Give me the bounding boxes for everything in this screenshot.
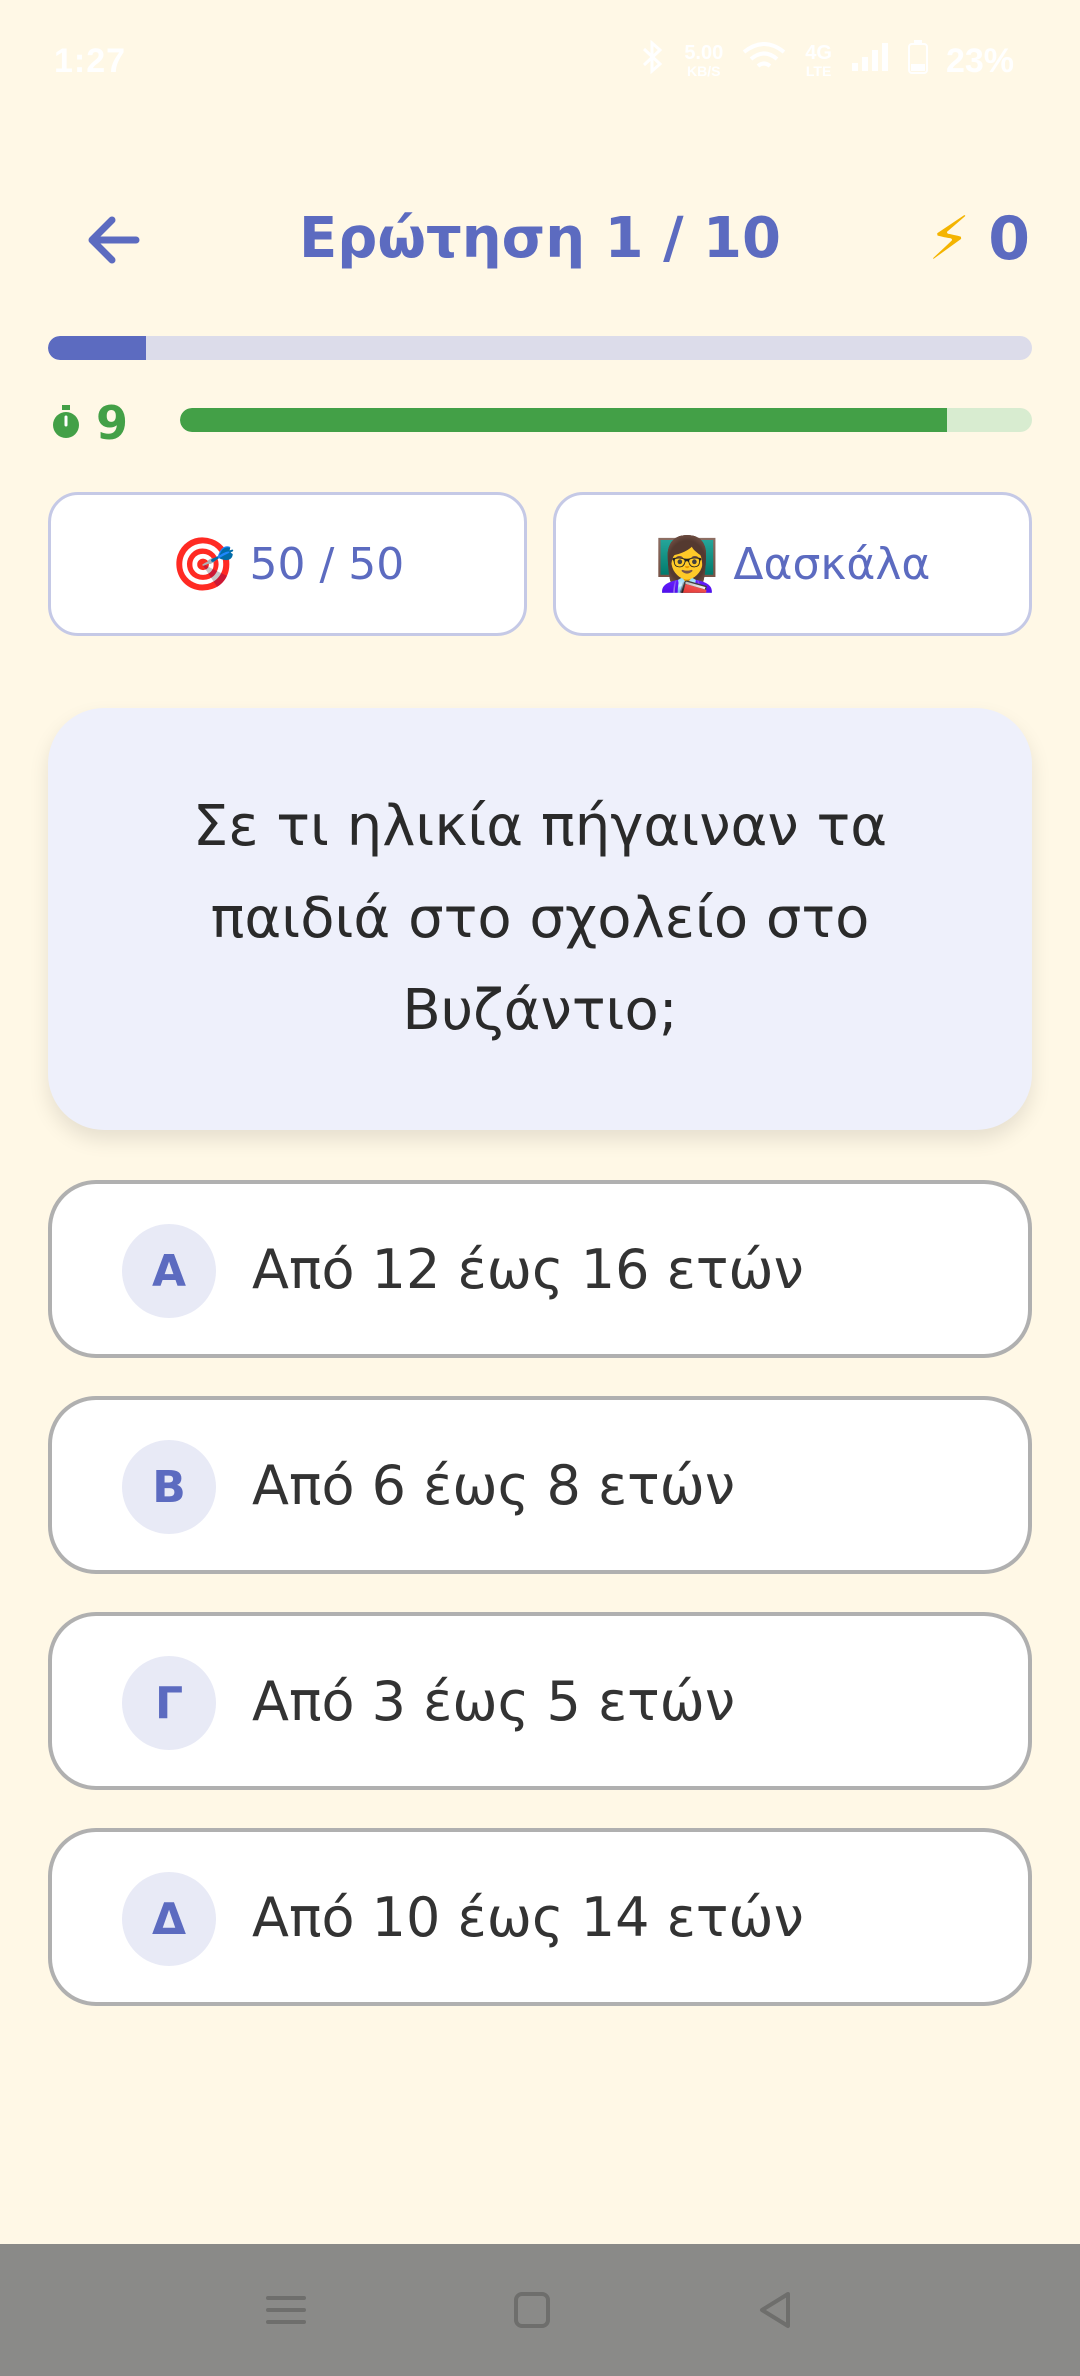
back-triangle-icon [760,2292,790,2328]
timer-seconds: 9 [96,396,129,450]
home-button[interactable] [502,2280,562,2340]
question-counter: Ερώτηση 1 / 10 [299,206,781,271]
menu-icon [266,2296,306,2324]
score-display: ⚡ 0 [928,204,1030,274]
answer-text: Από 3 έως 5 ετών [252,1670,736,1733]
fifty-fifty-button[interactable]: 🎯 50 / 50 [48,492,527,636]
teacher-icon: 👩‍🏫 [654,534,720,595]
lightning-icon: ⚡ [928,204,971,274]
question-progress-bar [48,336,1032,360]
ask-teacher-button[interactable]: 👩‍🏫 Δασκάλα [553,492,1032,636]
answer-letter-badge: Δ [122,1872,216,1966]
fifty-fifty-label: 50 / 50 [249,538,405,590]
battery-level: 23% [945,42,1014,80]
quiz-header: Ερώτηση 1 / 10 ⚡ 0 [0,178,1080,302]
recent-apps-button[interactable] [256,2280,316,2340]
lifelines: 🎯 50 / 50 👩‍🏫 Δασκάλα [48,492,1032,636]
question-card: Σε τι ηλικία πήγαιναν τα παιδιά στο σχολ… [48,708,1032,1130]
timer: 9 [48,396,1032,450]
timer-bar-fill [180,408,947,432]
answer-option-a[interactable]: Α Από 12 έως 16 ετών [48,1180,1032,1358]
network-speed: 5.00 KB/S [684,41,724,79]
answer-letter-badge: Α [122,1224,216,1318]
answer-option-d[interactable]: Δ Από 10 έως 14 ετών [48,1828,1032,2006]
status-icons: 5.00 KB/S 4G LTE 23% [640,39,1014,83]
system-nav-bar [0,2244,1080,2376]
ask-teacher-label: Δασκάλα [733,538,931,590]
answer-letter-badge: Γ [122,1656,216,1750]
signal-icon [850,41,890,82]
answer-list: Α Από 12 έως 16 ετών Β Από 6 έως 8 ετών … [48,1180,1032,2044]
network-type: 4G LTE [805,41,832,79]
timer-bar [180,408,1032,432]
bluetooth-icon [640,39,666,83]
battery-icon [907,40,928,83]
answer-option-c[interactable]: Γ Από 3 έως 5 ετών [48,1612,1032,1790]
answer-option-b[interactable]: Β Από 6 έως 8 ετών [48,1396,1032,1574]
status-time: 1:27 [54,42,127,80]
answer-text: Από 6 έως 8 ετών [252,1454,736,1517]
answer-letter-badge: Β [122,1440,216,1534]
target-icon: 🎯 [170,534,236,595]
home-square-icon [514,2292,550,2328]
status-bar: 1:27 5.00 KB/S 4G LTE 23% [0,0,1080,126]
score-value: 0 [988,204,1030,274]
question-progress-fill [48,336,147,360]
stopwatch-icon [53,405,79,438]
answer-text: Από 12 έως 16 ετών [252,1238,804,1301]
nav-back-button[interactable] [746,2280,806,2340]
question-text: Σε τι ηλικία πήγαιναν τα παιδιά στο σχολ… [192,794,888,1043]
wifi-icon [741,40,787,83]
answer-text: Από 10 έως 14 ετών [252,1886,804,1949]
